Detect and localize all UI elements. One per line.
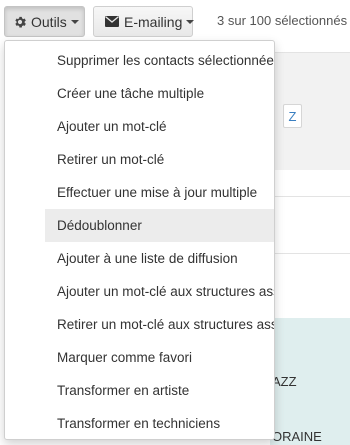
menu-item-transformer-techniciens[interactable]: Transformer en techniciens (45, 407, 274, 439)
menu-item-retirer-mot-cle-structures[interactable]: Retirer un mot-clé aux structures associ… (45, 308, 274, 341)
selection-count: 3 sur 100 sélectionnés (217, 13, 348, 28)
menu-item-marquer-favori[interactable]: Marquer comme favori (45, 341, 274, 374)
outils-dropdown-menu: Supprimer les contacts sélectionnées Cré… (4, 40, 275, 440)
outils-label: Outils (31, 13, 67, 30)
menu-item-mise-a-jour-multiple[interactable]: Effectuer une mise à jour multiple (45, 176, 274, 209)
emailing-label: E-mailing (124, 13, 183, 30)
caret-down-icon (70, 19, 79, 24)
menu-item-transformer-artiste[interactable]: Transformer en artiste (45, 374, 274, 407)
menu-item-ajouter-liste-diffusion[interactable]: Ajouter à une liste de diffusion (45, 242, 274, 275)
alphabet-filter-z[interactable]: Z (283, 104, 302, 128)
menu-item-supprimer-contacts[interactable]: Supprimer les contacts sélectionnées (45, 44, 274, 77)
page: Z AZZ ORAINE Outils E-mailing 3 sur 100 … (0, 0, 350, 445)
divider (270, 253, 350, 254)
table-cell-text: ORAINE (272, 429, 322, 444)
menu-item-dedoublonner[interactable]: Dédoublonner (45, 209, 274, 242)
filter-panel-background (270, 52, 350, 170)
menu-item-ajouter-mot-cle[interactable]: Ajouter un mot-clé (45, 110, 274, 143)
envelope-icon (105, 16, 119, 27)
table-cell-text: AZZ (272, 374, 297, 389)
menu-item-ajouter-mot-cle-structures[interactable]: Ajouter un mot-clé aux structures associ… (45, 275, 274, 308)
divider (270, 196, 350, 197)
emailing-dropdown-button[interactable]: E-mailing (93, 6, 195, 37)
menu-item-retirer-mot-cle[interactable]: Retirer un mot-clé (45, 143, 274, 176)
caret-down-icon (186, 19, 195, 24)
gear-icon (14, 16, 26, 28)
outils-dropdown-button[interactable]: Outils (4, 6, 85, 37)
divider (270, 52, 350, 53)
menu-item-creer-tache-multiple[interactable]: Créer une tâche multiple (45, 77, 274, 110)
